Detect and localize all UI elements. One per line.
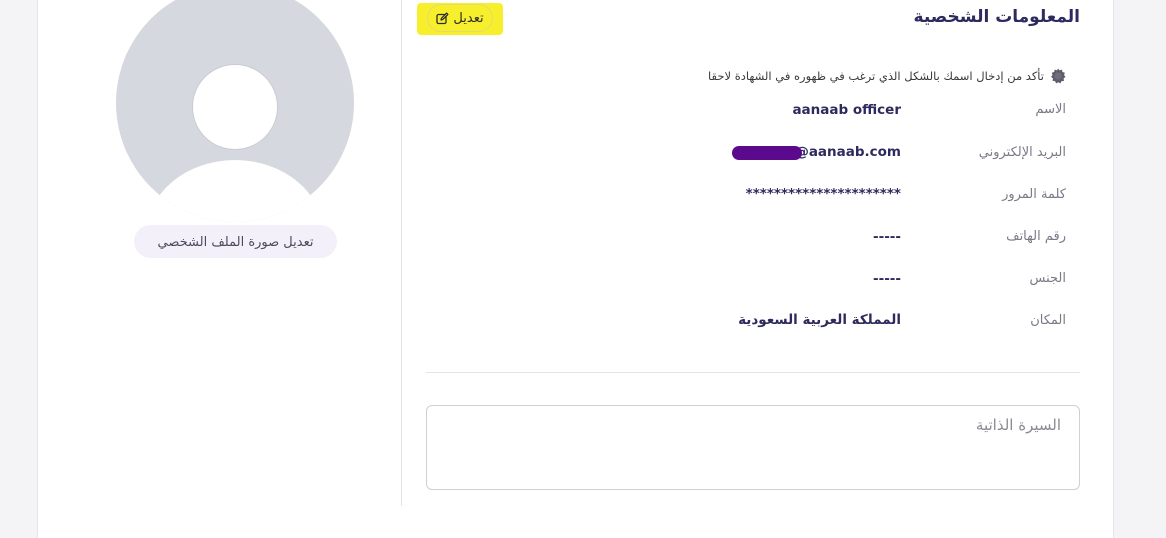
phone-label: رقم الهاتف [1006, 229, 1066, 244]
phone-value: ----- [872, 229, 901, 245]
gender-label: الجنس [1029, 271, 1066, 286]
gear-badge-icon [1050, 68, 1066, 84]
gender-value: ----- [872, 271, 901, 287]
email-redaction [732, 146, 802, 160]
email-label: البريد الإلكتروني [978, 145, 1066, 160]
name-hint-text: تأكد من إدخال اسمك بالشكل الذي ترغب في ظ… [708, 69, 1044, 83]
bio-textarea[interactable] [426, 405, 1080, 490]
password-label: كلمة المرور [1002, 187, 1066, 202]
location-label: المكان [1030, 313, 1066, 328]
name-label: الاسم [1035, 102, 1066, 117]
name-hint: تأكد من إدخال اسمك بالشكل الذي ترغب في ظ… [708, 68, 1066, 84]
avatar-head-shape [192, 64, 278, 150]
edit-photo-button[interactable]: تعديل صورة الملف الشخصي [134, 225, 337, 258]
edit-button[interactable]: تعديل [417, 3, 503, 35]
edit-button-label: تعديل [453, 10, 484, 26]
password-value: ********************** [745, 186, 901, 202]
section-divider [426, 372, 1080, 373]
profile-page: تعديل صورة الملف الشخصي المعلومات الشخصي… [0, 0, 1166, 538]
column-divider [401, 0, 402, 506]
name-value: aanaab officer [792, 102, 901, 118]
location-value: المملكة العربية السعودية [738, 312, 901, 328]
email-value: @aanaab.com [795, 144, 901, 160]
edit-button-pill[interactable]: تعديل [427, 4, 493, 32]
pencil-square-icon [436, 12, 449, 25]
avatar-body-shape [146, 160, 324, 222]
page-title: المعلومات الشخصية [913, 7, 1080, 27]
